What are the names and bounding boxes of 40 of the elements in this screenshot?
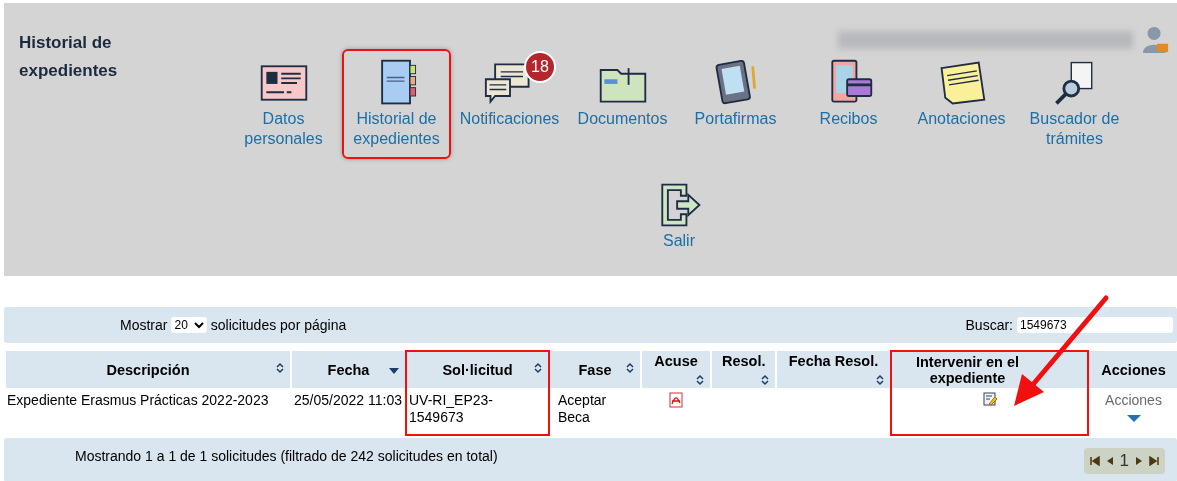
menu-item[interactable]: Datos personales	[229, 49, 338, 159]
menu-item[interactable]: Documentos	[568, 49, 677, 159]
page-number[interactable]: 1	[1119, 451, 1129, 471]
first-page-icon[interactable]	[1089, 456, 1100, 466]
results-info: Mostrando 1 a 1 de 1 solicitudes (filtrado de 242 solicitudes en total)	[74, 447, 498, 464]
last-page-icon[interactable]	[1149, 456, 1159, 466]
menu-item[interactable]: 18 Notificaciones	[455, 49, 564, 159]
next-page-icon[interactable]	[1135, 456, 1143, 466]
page-size-select[interactable]: 20	[171, 317, 207, 333]
per-page-label: solicitudes por página	[210, 317, 347, 333]
menu-item[interactable]: Historial de expedientes	[342, 49, 451, 159]
column-header[interactable]: Fecha Resol.	[776, 351, 891, 388]
page-title: Historial de expedientes	[18, 32, 119, 82]
table-cell: UV-RI_EP23-1549673	[406, 388, 549, 435]
search-field[interactable]: 1549673	[1017, 317, 1173, 333]
menu-item[interactable]: Recibos	[794, 49, 903, 159]
chevron-down-icon	[193, 321, 204, 329]
count-badge: 18	[524, 51, 556, 83]
edit-icon[interactable]	[982, 392, 997, 406]
column-header[interactable]: Fase	[549, 351, 641, 388]
search-label: Buscar:	[965, 317, 1013, 333]
previous-page-icon[interactable]	[1105, 456, 1114, 466]
table-cell: 25/05/2022 11:03	[291, 388, 406, 435]
column-header[interactable]: Descripción	[5, 351, 291, 388]
column-header[interactable]: Fecha	[291, 351, 406, 388]
column-header[interactable]: Acciones	[1088, 351, 1177, 388]
menu-item[interactable]: Buscador de trámites	[1020, 49, 1129, 159]
table-cell: Expediente Erasmus Prácticas 2022-2023	[5, 388, 291, 435]
menu-item[interactable]: Portafirmas	[681, 49, 790, 159]
table-cell: Aceptar Beca	[549, 388, 641, 435]
column-header[interactable]: Sol·licitud	[406, 351, 549, 388]
actions-link[interactable]: Acciones	[1091, 392, 1176, 409]
caret-down-icon	[1126, 415, 1141, 422]
menu-item[interactable]: Salir	[622, 171, 736, 261]
menu-item[interactable]: Anotaciones	[907, 49, 1016, 159]
column-header[interactable]: Intervenir en el expediente	[891, 351, 1088, 388]
show-label: Mostrar	[120, 317, 168, 333]
column-header[interactable]: Resol.	[711, 351, 776, 388]
pdf-icon[interactable]	[669, 392, 683, 408]
column-header[interactable]: Acuse	[641, 351, 711, 388]
